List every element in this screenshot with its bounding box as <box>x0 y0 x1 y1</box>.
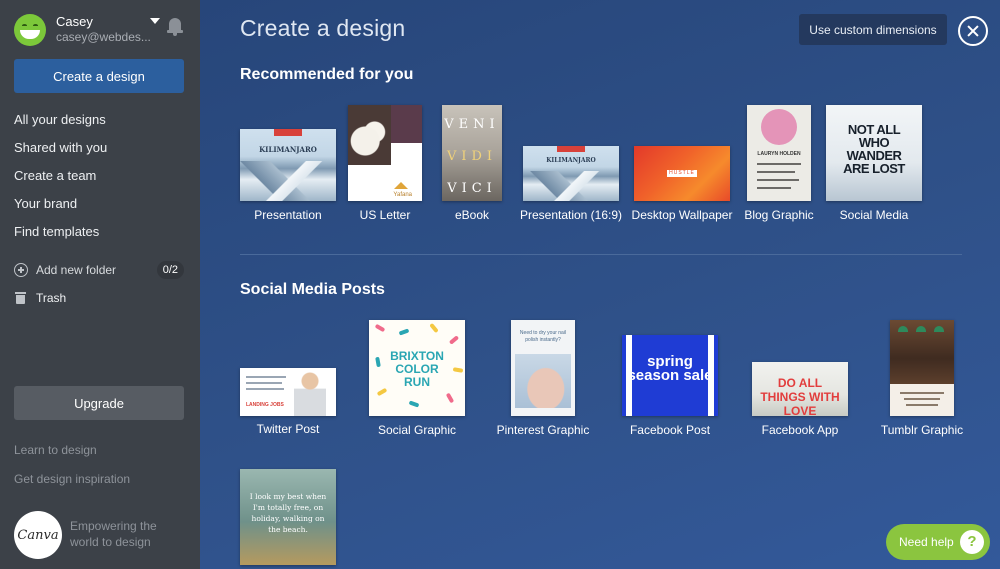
add-folder-label: Add new folder <box>36 263 117 277</box>
close-icon[interactable] <box>958 16 988 46</box>
tagline: Empowering the world to design <box>70 519 157 549</box>
template-ebook[interactable]: VENI VIDI VICI eBook <box>442 105 502 222</box>
template-quote-post[interactable]: I look my best when I'm totally free, on… <box>240 469 336 565</box>
template-label: Blog Graphic <box>744 208 814 222</box>
chevron-down-icon[interactable] <box>150 18 160 24</box>
thumbnail: spring season sale <box>622 335 718 416</box>
template-pinterest-graphic[interactable]: Need to dry your nail polish instantly? … <box>497 320 589 437</box>
design-inspiration-link[interactable]: Get design inspiration <box>14 472 130 486</box>
thumbnail: NOT ALL WHO WANDER ARE LOST <box>826 105 922 201</box>
learn-to-design-link[interactable]: Learn to design <box>14 443 97 457</box>
sidebar: Casey casey@webdes... Create a design Al… <box>0 0 200 569</box>
thumbnail: VENI VIDI VICI <box>442 105 502 201</box>
thumbnail: HUSTLE <box>634 146 730 201</box>
template-facebook-app[interactable]: DO ALL THINGS WITH LOVE Facebook App <box>752 362 848 437</box>
section-divider <box>240 254 962 255</box>
folder-count-badge: 0/2 <box>156 261 184 279</box>
template-label: Twitter Post <box>256 422 320 436</box>
need-help-button[interactable]: Need help ? <box>886 524 990 560</box>
template-social-media[interactable]: NOT ALL WHO WANDER ARE LOST Social Media <box>826 105 922 222</box>
need-help-label: Need help <box>899 535 954 549</box>
thumbnail: KILIMANJARO <box>523 146 619 201</box>
template-tumblr-graphic[interactable]: Tumblr Graphic <box>881 320 963 437</box>
help-icon: ? <box>960 530 984 554</box>
template-label: Pinterest Graphic <box>496 423 590 437</box>
recommended-heading: Recommended for you <box>240 66 414 83</box>
nav-your-brand[interactable]: Your brand <box>14 196 77 211</box>
thumbnail: LAURYN HOLDEN <box>747 105 811 201</box>
thumbnail: KILIMANJARO <box>240 129 336 201</box>
template-label: Facebook Post <box>629 423 711 437</box>
canva-logo: Canva <box>14 511 62 559</box>
upgrade-button[interactable]: Upgrade <box>14 386 184 420</box>
profile-name: Casey <box>56 14 93 29</box>
thumbnail: BRIXTON COLOR RUN <box>369 320 465 416</box>
nav-find-templates[interactable]: Find templates <box>14 224 99 239</box>
template-presentation-16-9[interactable]: KILIMANJARO Presentation (16:9) <box>519 146 623 222</box>
thumbnail: Need to dry your nail polish instantly? <box>511 320 575 416</box>
nav-all-designs[interactable]: All your designs <box>14 112 106 127</box>
trash-label: Trash <box>36 291 67 305</box>
template-label: eBook <box>454 208 490 222</box>
trash-icon <box>15 292 26 304</box>
social-media-heading: Social Media Posts <box>240 281 385 298</box>
template-desktop-wallpaper[interactable]: HUSTLE Desktop Wallpaper <box>631 146 733 222</box>
template-facebook-post[interactable]: spring season sale Facebook Post <box>622 335 718 437</box>
template-label: Facebook App <box>761 423 839 437</box>
template-label: US Letter <box>359 208 411 222</box>
template-us-letter[interactable]: Yafana US Letter <box>348 105 422 222</box>
profile-menu[interactable]: Casey casey@webdes... <box>14 14 186 48</box>
thumbnail: I look my best when I'm totally free, on… <box>240 469 336 565</box>
profile-email: casey@webdes... <box>56 30 151 44</box>
avatar[interactable] <box>14 14 46 46</box>
main-panel: Create a design Use custom dimensions Re… <box>200 0 1000 569</box>
create-design-button[interactable]: Create a design <box>14 59 184 93</box>
template-blog-graphic[interactable]: LAURYN HOLDEN Blog Graphic <box>744 105 814 222</box>
template-label: Desktop Wallpaper <box>631 208 733 222</box>
custom-dimensions-button[interactable]: Use custom dimensions <box>799 14 947 45</box>
bell-icon[interactable] <box>167 18 183 36</box>
template-label: Presentation <box>254 208 322 222</box>
template-social-graphic[interactable]: BRIXTON COLOR RUN Social Graphic <box>369 320 465 437</box>
nav-shared-with-you[interactable]: Shared with you <box>14 140 107 155</box>
nav-create-team[interactable]: Create a team <box>14 168 96 183</box>
template-label: Social Media <box>839 208 909 222</box>
template-label: Tumblr Graphic <box>880 423 964 437</box>
page-title: Create a design <box>240 15 406 41</box>
add-folder-button[interactable]: Add new folder 0/2 <box>14 261 184 280</box>
thumbnail: Yafana <box>348 105 422 201</box>
thumbnail <box>890 320 954 416</box>
plus-icon <box>14 263 28 277</box>
template-label: Social Graphic <box>377 423 457 437</box>
template-twitter-post[interactable]: LANDING JOBS Twitter Post <box>240 368 336 436</box>
template-label: Presentation (16:9) <box>519 208 623 222</box>
template-presentation[interactable]: KILIMANJARO Presentation <box>240 129 336 222</box>
thumbnail: DO ALL THINGS WITH LOVE <box>752 362 848 416</box>
thumbnail: LANDING JOBS <box>240 368 336 416</box>
